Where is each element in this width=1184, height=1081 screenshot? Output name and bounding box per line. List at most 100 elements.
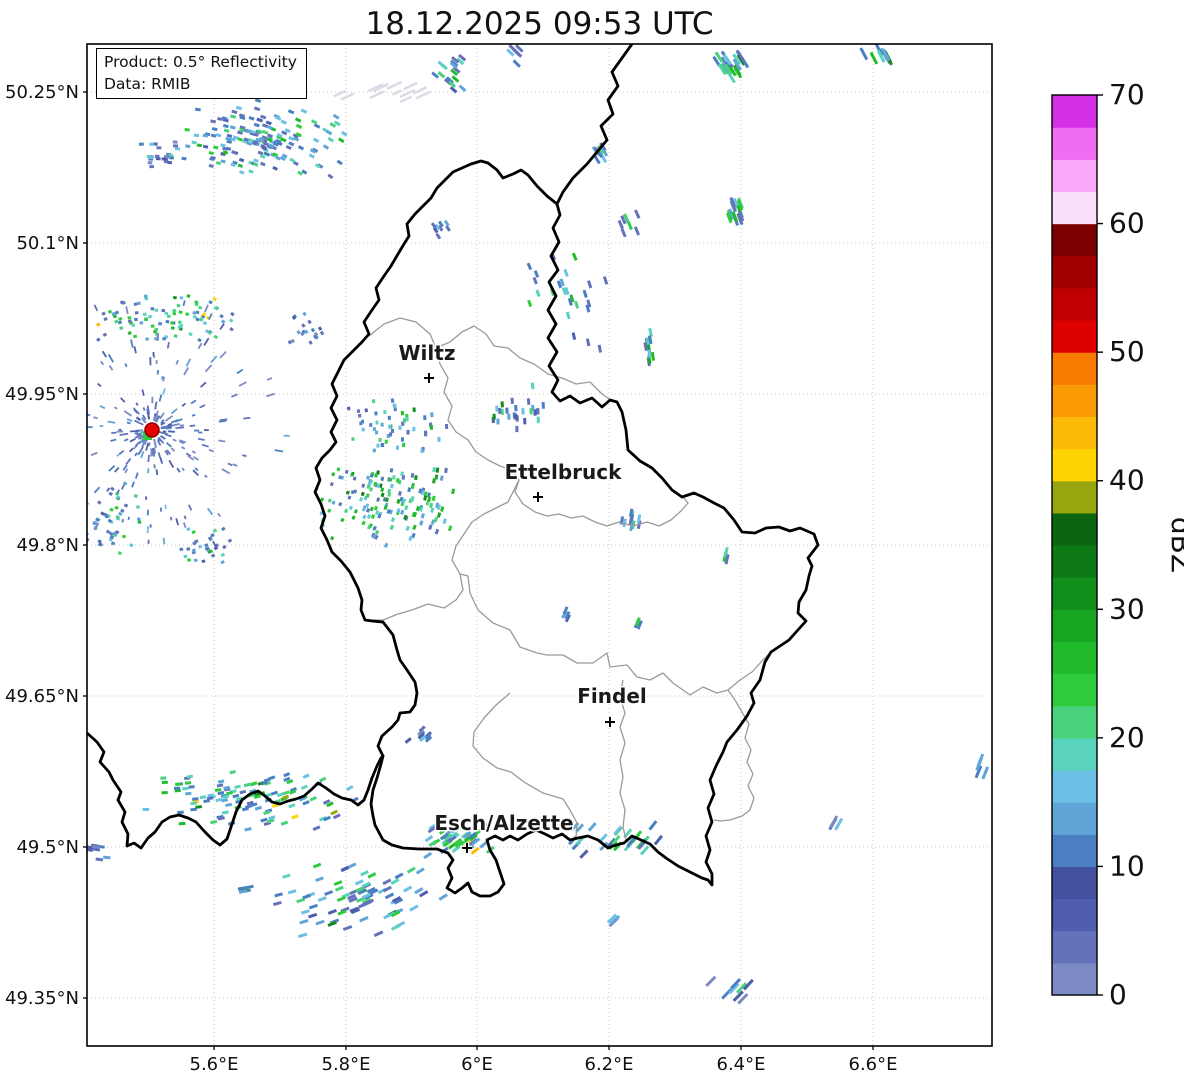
echo-cell — [415, 867, 425, 875]
colorbar-segment — [1052, 802, 1097, 835]
echo-cell — [222, 123, 229, 129]
echo-cell — [535, 289, 541, 298]
grid-lines — [87, 44, 992, 1046]
echo-cell — [423, 415, 427, 421]
echo-cell — [220, 159, 226, 164]
echo-cell — [70, 493, 77, 499]
echo-cell — [327, 136, 335, 143]
echo-cell — [223, 128, 230, 133]
echo-cell — [331, 472, 336, 477]
echo-cell — [192, 455, 199, 461]
echo-cell — [310, 119, 318, 125]
echo-cell — [149, 357, 152, 366]
echo-cell — [184, 781, 192, 785]
echo-cell — [345, 785, 354, 792]
echo-cell — [371, 399, 376, 404]
echo-cell — [444, 467, 448, 474]
echo-cell — [536, 416, 540, 424]
echo-cell — [348, 505, 353, 511]
echo-cell — [229, 114, 237, 119]
echo-cell — [390, 923, 401, 931]
echo-cell — [133, 346, 137, 354]
echo-cell — [202, 321, 208, 326]
echo-cell — [186, 527, 191, 532]
echo-cell — [369, 506, 374, 512]
echo-cell — [90, 451, 98, 457]
echo-cell — [366, 514, 372, 519]
echo-cell — [97, 382, 102, 388]
echo-cell — [361, 483, 366, 488]
echo-cell — [121, 534, 127, 539]
echo-cell — [238, 157, 245, 163]
echo-cell — [370, 514, 376, 519]
echo-cell — [633, 226, 641, 236]
echo-cell — [146, 509, 149, 516]
echo-cell — [432, 466, 436, 473]
echo-cell — [395, 445, 400, 450]
echo-cell — [407, 487, 412, 493]
colorbar-segment — [1052, 320, 1097, 353]
echo-cell — [170, 326, 175, 330]
echo-cell — [158, 322, 162, 326]
echo-cell — [231, 109, 238, 115]
echo-cell — [175, 782, 182, 786]
colorbar-segment — [1052, 545, 1097, 578]
echo-cell — [194, 467, 199, 472]
colorbar-axis-label: dBZ — [1165, 517, 1184, 573]
echo-cell — [227, 538, 233, 543]
echo-cell — [361, 427, 365, 432]
echo-cell — [124, 363, 128, 368]
echo-cell — [186, 774, 194, 779]
echo-cell — [95, 857, 104, 862]
echo-cell — [164, 504, 167, 510]
echo-cell — [164, 415, 174, 422]
echo-cell — [142, 407, 146, 411]
echo-cell — [400, 410, 405, 416]
radar-map-canvas: WiltzEttelbruckFindelEsch/Alzette 5.6°E 5… — [5, 43, 1184, 1075]
echo-cell — [178, 821, 186, 826]
echo-cell — [131, 323, 136, 328]
echo-cell — [153, 354, 155, 358]
echo-cell — [141, 389, 145, 397]
echo-cell — [220, 319, 226, 324]
echo-cell — [274, 892, 283, 898]
echo-cell — [220, 559, 225, 565]
echo-cell — [120, 397, 126, 403]
x-tick-label: 5.6°E — [190, 1054, 239, 1075]
echo-cell — [526, 262, 533, 271]
echo-cell — [381, 442, 385, 448]
echo-cell — [401, 442, 406, 448]
echo-cell — [351, 437, 355, 441]
echo-cell — [434, 528, 440, 535]
echo-cell — [386, 80, 403, 90]
echo-cell — [110, 438, 117, 442]
echo-cell — [496, 418, 500, 425]
echo-cell — [347, 862, 357, 869]
echo-cell — [229, 327, 234, 332]
echo-cell — [102, 332, 108, 337]
echo-cell — [287, 109, 295, 115]
echo-cell — [120, 484, 125, 490]
echo-cell — [204, 364, 213, 373]
echo-cell — [352, 476, 357, 481]
echo-cell — [161, 791, 168, 795]
echo-cell — [114, 310, 120, 315]
echo-cell — [445, 225, 451, 232]
echo-cell — [332, 813, 341, 820]
echo-cell — [41, 443, 46, 445]
echo-cell — [119, 326, 124, 331]
echo-cell — [406, 430, 410, 435]
colorbar-segment — [1052, 95, 1097, 128]
y-tick-label: 50.1°N — [16, 233, 79, 254]
echo-cell — [162, 337, 167, 341]
echo-cell — [198, 431, 203, 434]
echo-cell — [586, 280, 593, 289]
echo-cell — [217, 779, 225, 784]
echo-cell — [359, 421, 363, 426]
echo-cell — [171, 422, 180, 427]
echo-cell — [150, 324, 155, 328]
echo-cell — [187, 504, 193, 511]
echo-cell — [369, 423, 373, 427]
echo-cell — [620, 228, 627, 238]
echo-cell — [327, 908, 337, 915]
